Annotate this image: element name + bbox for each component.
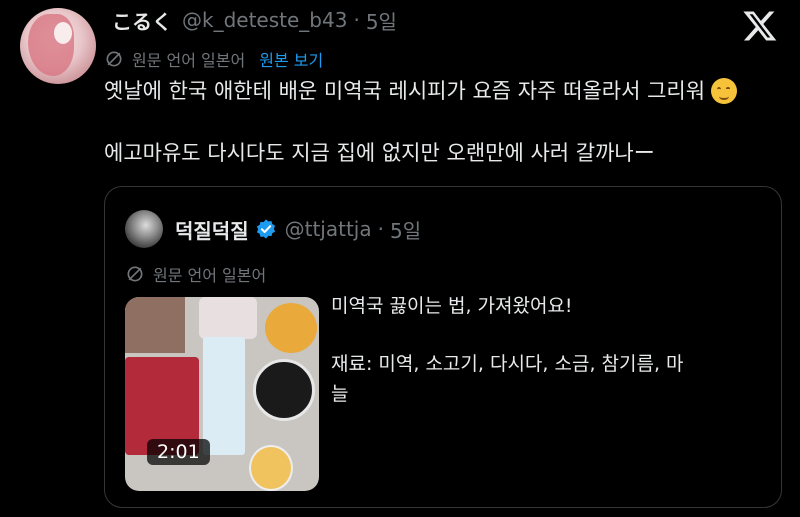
tweet-header: こるく @k_deteste_b43 · 5일 bbox=[112, 4, 397, 36]
tweet-line-1: 옛날에 한국 애한테 배운 미역국 레시피가 요즘 자주 떠올라서 그리워 bbox=[104, 76, 784, 106]
relieved-face-emoji bbox=[711, 78, 738, 104]
translate-icon bbox=[106, 51, 122, 67]
author-handle[interactable]: @k_deteste_b43 bbox=[182, 8, 347, 32]
thumbnail-seaweed-bowl bbox=[253, 359, 315, 421]
quoted-tweet-card[interactable]: 덕질덕질 @ttjattja · 5일 원문 언어 일본어 2:01 미역국 끓… bbox=[104, 186, 782, 508]
quoted-author-handle[interactable]: @ttjattja bbox=[285, 217, 372, 241]
thumbnail-seaweed-bag bbox=[199, 297, 257, 339]
header-separator: · bbox=[353, 8, 360, 32]
avatar-face bbox=[54, 22, 72, 44]
video-thumbnail[interactable]: 2:01 bbox=[125, 297, 319, 491]
author-avatar[interactable] bbox=[20, 8, 96, 84]
tweet-body: 옛날에 한국 애한테 배운 미역국 레시피가 요즘 자주 떠올라서 그리워 에고… bbox=[104, 76, 784, 168]
x-logo-icon[interactable] bbox=[742, 8, 778, 44]
quoted-tweet-timestamp[interactable]: 5일 bbox=[390, 215, 421, 244]
quoted-text-line: 늘 bbox=[331, 383, 349, 405]
author-display-name[interactable]: こるく bbox=[112, 6, 172, 35]
tweet-text-line: 옛날에 한국 애한테 배운 미역국 레시피가 요즘 자주 떠올라서 그리워 bbox=[104, 79, 706, 103]
thumbnail-dashida-pack bbox=[203, 337, 245, 455]
tweet-text-line: 에고마유도 다시다도 지금 집에 없지만 오랜만에 사러 갈까나ー bbox=[104, 141, 655, 165]
thumbnail-oil-jar bbox=[265, 303, 317, 353]
quoted-translation-note: 원문 언어 일본어 bbox=[125, 261, 266, 287]
tweet-timestamp[interactable]: 5일 bbox=[366, 6, 397, 35]
translation-note: 원문 언어 일본어 원본 보기 bbox=[104, 46, 323, 72]
quoted-author-avatar[interactable] bbox=[125, 210, 163, 248]
original-language-note: 원문 언어 일본어 bbox=[132, 51, 246, 70]
quoted-tweet-body: 미역국 끓이는 법, 가져왔어요! 재료: 미역, 소고기, 다시다, 소금, … bbox=[331, 291, 761, 409]
quoted-author-display-name[interactable]: 덕질덕질 bbox=[175, 215, 249, 244]
tweet-line-2: 에고마유도 다시다도 지금 집에 없지만 오랜만에 사러 갈까나ー bbox=[104, 138, 784, 168]
translate-icon bbox=[127, 266, 143, 282]
quoted-tweet-header: 덕질덕질 @ttjattja · 5일 bbox=[125, 210, 421, 248]
show-original-link[interactable]: 원본 보기 bbox=[259, 47, 323, 71]
quoted-header-separator: · bbox=[377, 217, 384, 241]
thumbnail-garlic-bowl bbox=[249, 445, 293, 491]
quoted-original-language-note: 원문 언어 일본어 bbox=[153, 266, 267, 285]
verified-badge-icon bbox=[256, 219, 275, 239]
video-duration-badge: 2:01 bbox=[147, 439, 210, 465]
quoted-text-line: 미역국 끓이는 법, 가져왔어요! bbox=[331, 295, 573, 317]
quoted-text-line: 재료: 미역, 소고기, 다시다, 소금, 참기름, 마 bbox=[331, 353, 684, 375]
thumbnail-meat-package bbox=[125, 297, 185, 353]
